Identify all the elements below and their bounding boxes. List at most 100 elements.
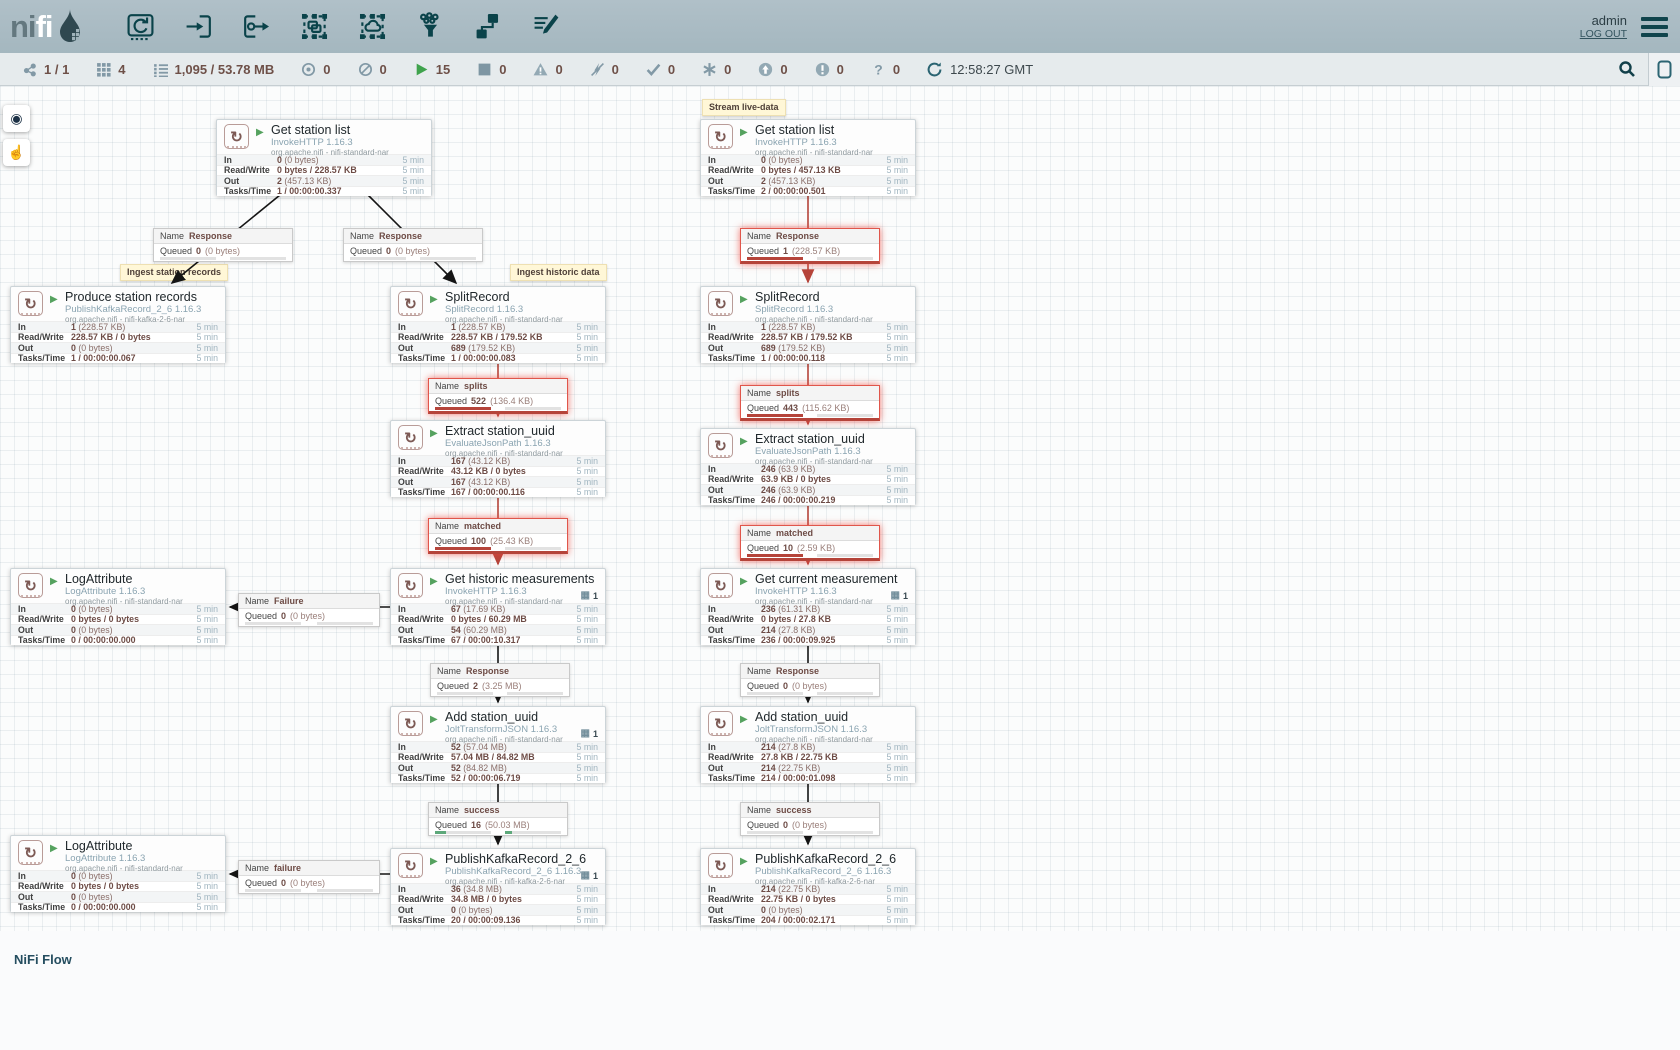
toolbar-process-group-button[interactable] (299, 11, 331, 43)
processor-bundle: org.apache.nifi - nifi-standard-nar (65, 864, 225, 873)
processor[interactable]: ↻ ▶ Get station list InvokeHTTP 1.16.3 o… (700, 119, 916, 196)
connection-label[interactable]: Name splits Queued 522 (136.4 KB) (428, 378, 568, 414)
stat-row: Read/Write228.57 KB / 0 bytes5 min (11, 332, 225, 343)
logo-text-ni: ni (10, 9, 36, 44)
toolbar-processor-button[interactable] (125, 11, 157, 43)
processor[interactable]: ↻ ▶ SplitRecord SplitRecord 1.16.3 org.a… (700, 286, 916, 363)
queued-count: 16 (471, 820, 481, 830)
template-icon (473, 11, 504, 42)
queued-size: (25.43 KB) (490, 536, 533, 546)
stat-row: Read/Write0 bytes / 0 bytes5 min (11, 881, 225, 892)
stat-row: Tasks/Time1 / 00:00:00.3375 min (217, 186, 431, 197)
processor-stamp-icon: ↻ (398, 853, 423, 878)
processor[interactable]: ↻ ▶ Extract station_uuid EvaluateJsonPat… (390, 420, 606, 497)
processor-name: Add station_uuid (755, 707, 915, 724)
processor-name: Produce station records (65, 287, 225, 304)
connection-label[interactable]: Name success Queued 16 (50.03 MB) (428, 802, 568, 836)
connection-label[interactable]: Name Response Queued 2 (3.25 MB) (430, 663, 570, 697)
processor-name: Get station list (271, 120, 431, 137)
search-button[interactable] (1618, 60, 1636, 78)
toolbar-funnel-button[interactable] (415, 11, 447, 43)
refresh-icon (927, 62, 942, 77)
queued-count: 1 (783, 246, 788, 256)
disabled-icon (590, 62, 605, 77)
toolbar-remote-process-group-button[interactable] (357, 11, 389, 43)
processor-name: PublishKafkaRecord_2_6 (755, 849, 915, 866)
stat-row: Out52 (84.82 MB)5 min (391, 762, 605, 773)
processor-bundle: org.apache.nifi - nifi-standard-nar (445, 449, 605, 458)
connection-label[interactable]: Name matched Queued 10 (2.59 KB) (740, 525, 880, 561)
processor[interactable]: ↻ ▶ LogAttribute LogAttribute 1.16.3 org… (10, 568, 226, 645)
processor[interactable]: ↻ ▶ Produce station records PublishKafka… (10, 286, 226, 363)
hand-pointer-tool-button[interactable]: ☝ (3, 139, 30, 166)
target-tool-button[interactable]: ◉ (3, 105, 30, 132)
connection-label[interactable]: Name Response Queued 1 (228.57 KB) (740, 228, 880, 264)
connection-label[interactable]: Name Response Queued 0 (0 bytes) (343, 228, 483, 262)
flow-canvas[interactable]: Ingest station records Ingest historic da… (0, 86, 1680, 1050)
queued-size: (0 bytes) (290, 611, 325, 621)
processor[interactable]: ↻ ▶ LogAttribute LogAttribute 1.16.3 org… (10, 835, 226, 912)
running-status-icon: ▶ (50, 294, 58, 305)
processor-name: Get station list (755, 120, 915, 137)
toolbar-label-button[interactable] (531, 11, 563, 43)
processor-bundle: org.apache.nifi - nifi-standard-nar (755, 457, 915, 466)
breadcrumb-root[interactable]: NiFi Flow (14, 952, 72, 967)
processor[interactable]: ↻ ▶ Extract station_uuid EvaluateJsonPat… (700, 428, 916, 505)
output-port-icon (241, 11, 272, 42)
processor[interactable]: ↻ ▶ Add station_uuid JoltTransformJSON 1… (390, 706, 606, 783)
logout-link[interactable]: LOG OUT (1580, 28, 1627, 40)
stat-row: Tasks/Time1 / 00:00:00.0675 min (11, 353, 225, 364)
processor[interactable]: ↻ ▶ Get historic measurements InvokeHTTP… (390, 568, 606, 645)
canvas-label[interactable]: Ingest historic data (510, 264, 607, 281)
processor[interactable]: ↻ ▶ Get station list InvokeHTTP 1.16.3 o… (216, 119, 432, 196)
status-bar: 1 / 141,095 / 53.78 MB00150000000?012:58… (0, 53, 1680, 86)
locally-modified-icon (702, 62, 717, 77)
processor[interactable]: ↻ ▶ Get current measurement InvokeHTTP 1… (700, 568, 916, 645)
global-menu-button[interactable] (1641, 13, 1668, 41)
last-refreshed[interactable]: 12:58:27 GMT (927, 62, 1033, 77)
stat-row: Out0 (0 bytes)5 min (11, 342, 225, 353)
panel-icon (1657, 60, 1672, 79)
stat-row: Out0 (0 bytes)5 min (11, 891, 225, 902)
status-running: 15 (414, 62, 450, 77)
running-status-icon: ▶ (740, 714, 748, 725)
count-backpressure-bar (747, 554, 803, 557)
panel-toggle-button[interactable] (1648, 53, 1680, 86)
connection-label[interactable]: Name Response Queued 0 (0 bytes) (740, 663, 880, 697)
connection-label[interactable]: Name Response Queued 0 (0 bytes) (153, 228, 293, 262)
canvas-label[interactable]: Ingest station records (120, 264, 228, 281)
processor-stamp-icon: ↻ (708, 853, 733, 878)
active-threads-badge: ▦1 (581, 728, 598, 739)
toolbar-output-port-button[interactable] (241, 11, 273, 43)
connection-label[interactable]: Name splits Queued 443 (115.62 KB) (740, 385, 880, 421)
processor[interactable]: ↻ ▶ PublishKafkaRecord_2_6 PublishKafkaR… (700, 848, 916, 925)
running-status-icon: ▶ (740, 436, 748, 447)
connection-label[interactable]: Name Failure Queued 0 (0 bytes) (238, 593, 380, 627)
count-backpressure-bar (435, 831, 491, 834)
connection-relationship: Response (379, 231, 422, 241)
stat-row: Read/Write34.8 MB / 0 bytes5 min (391, 894, 605, 905)
status-queued: 1,095 / 53.78 MB (153, 62, 275, 77)
menu-bar (1641, 17, 1668, 21)
processor[interactable]: ↻ ▶ Add station_uuid JoltTransformJSON 1… (700, 706, 916, 783)
stat-row: Out54 (60.29 MB)5 min (391, 624, 605, 635)
connection-label[interactable]: Name matched Queued 100 (25.43 KB) (428, 518, 568, 554)
connection-label[interactable]: Name failure Queued 0 (0 bytes) (238, 860, 380, 894)
toolbar-input-port-button[interactable] (183, 11, 215, 43)
connection-relationship: matched (464, 521, 501, 531)
processor-name: LogAttribute (65, 836, 225, 853)
processor-name: SplitRecord (755, 287, 915, 304)
count-backpressure-bar (435, 407, 491, 410)
size-backpressure-bar (507, 692, 563, 695)
connection-label[interactable]: Name success Queued 0 (0 bytes) (740, 802, 880, 836)
canvas-label[interactable]: Stream live-data (702, 99, 786, 116)
processor-type: InvokeHTTP 1.16.3 (755, 137, 915, 148)
connection-relationship: splits (464, 381, 488, 391)
processor-name: Extract station_uuid (755, 429, 915, 446)
toolbar-template-button[interactable] (473, 11, 505, 43)
funnel-icon (415, 11, 446, 42)
stat-row: Tasks/Time246 / 00:00:00.2195 min (701, 495, 915, 506)
processor-bundle: org.apache.nifi - nifi-standard-nar (65, 597, 225, 606)
processor[interactable]: ↻ ▶ PublishKafkaRecord_2_6 PublishKafkaR… (390, 848, 606, 925)
processor[interactable]: ↻ ▶ SplitRecord SplitRecord 1.16.3 org.a… (390, 286, 606, 363)
